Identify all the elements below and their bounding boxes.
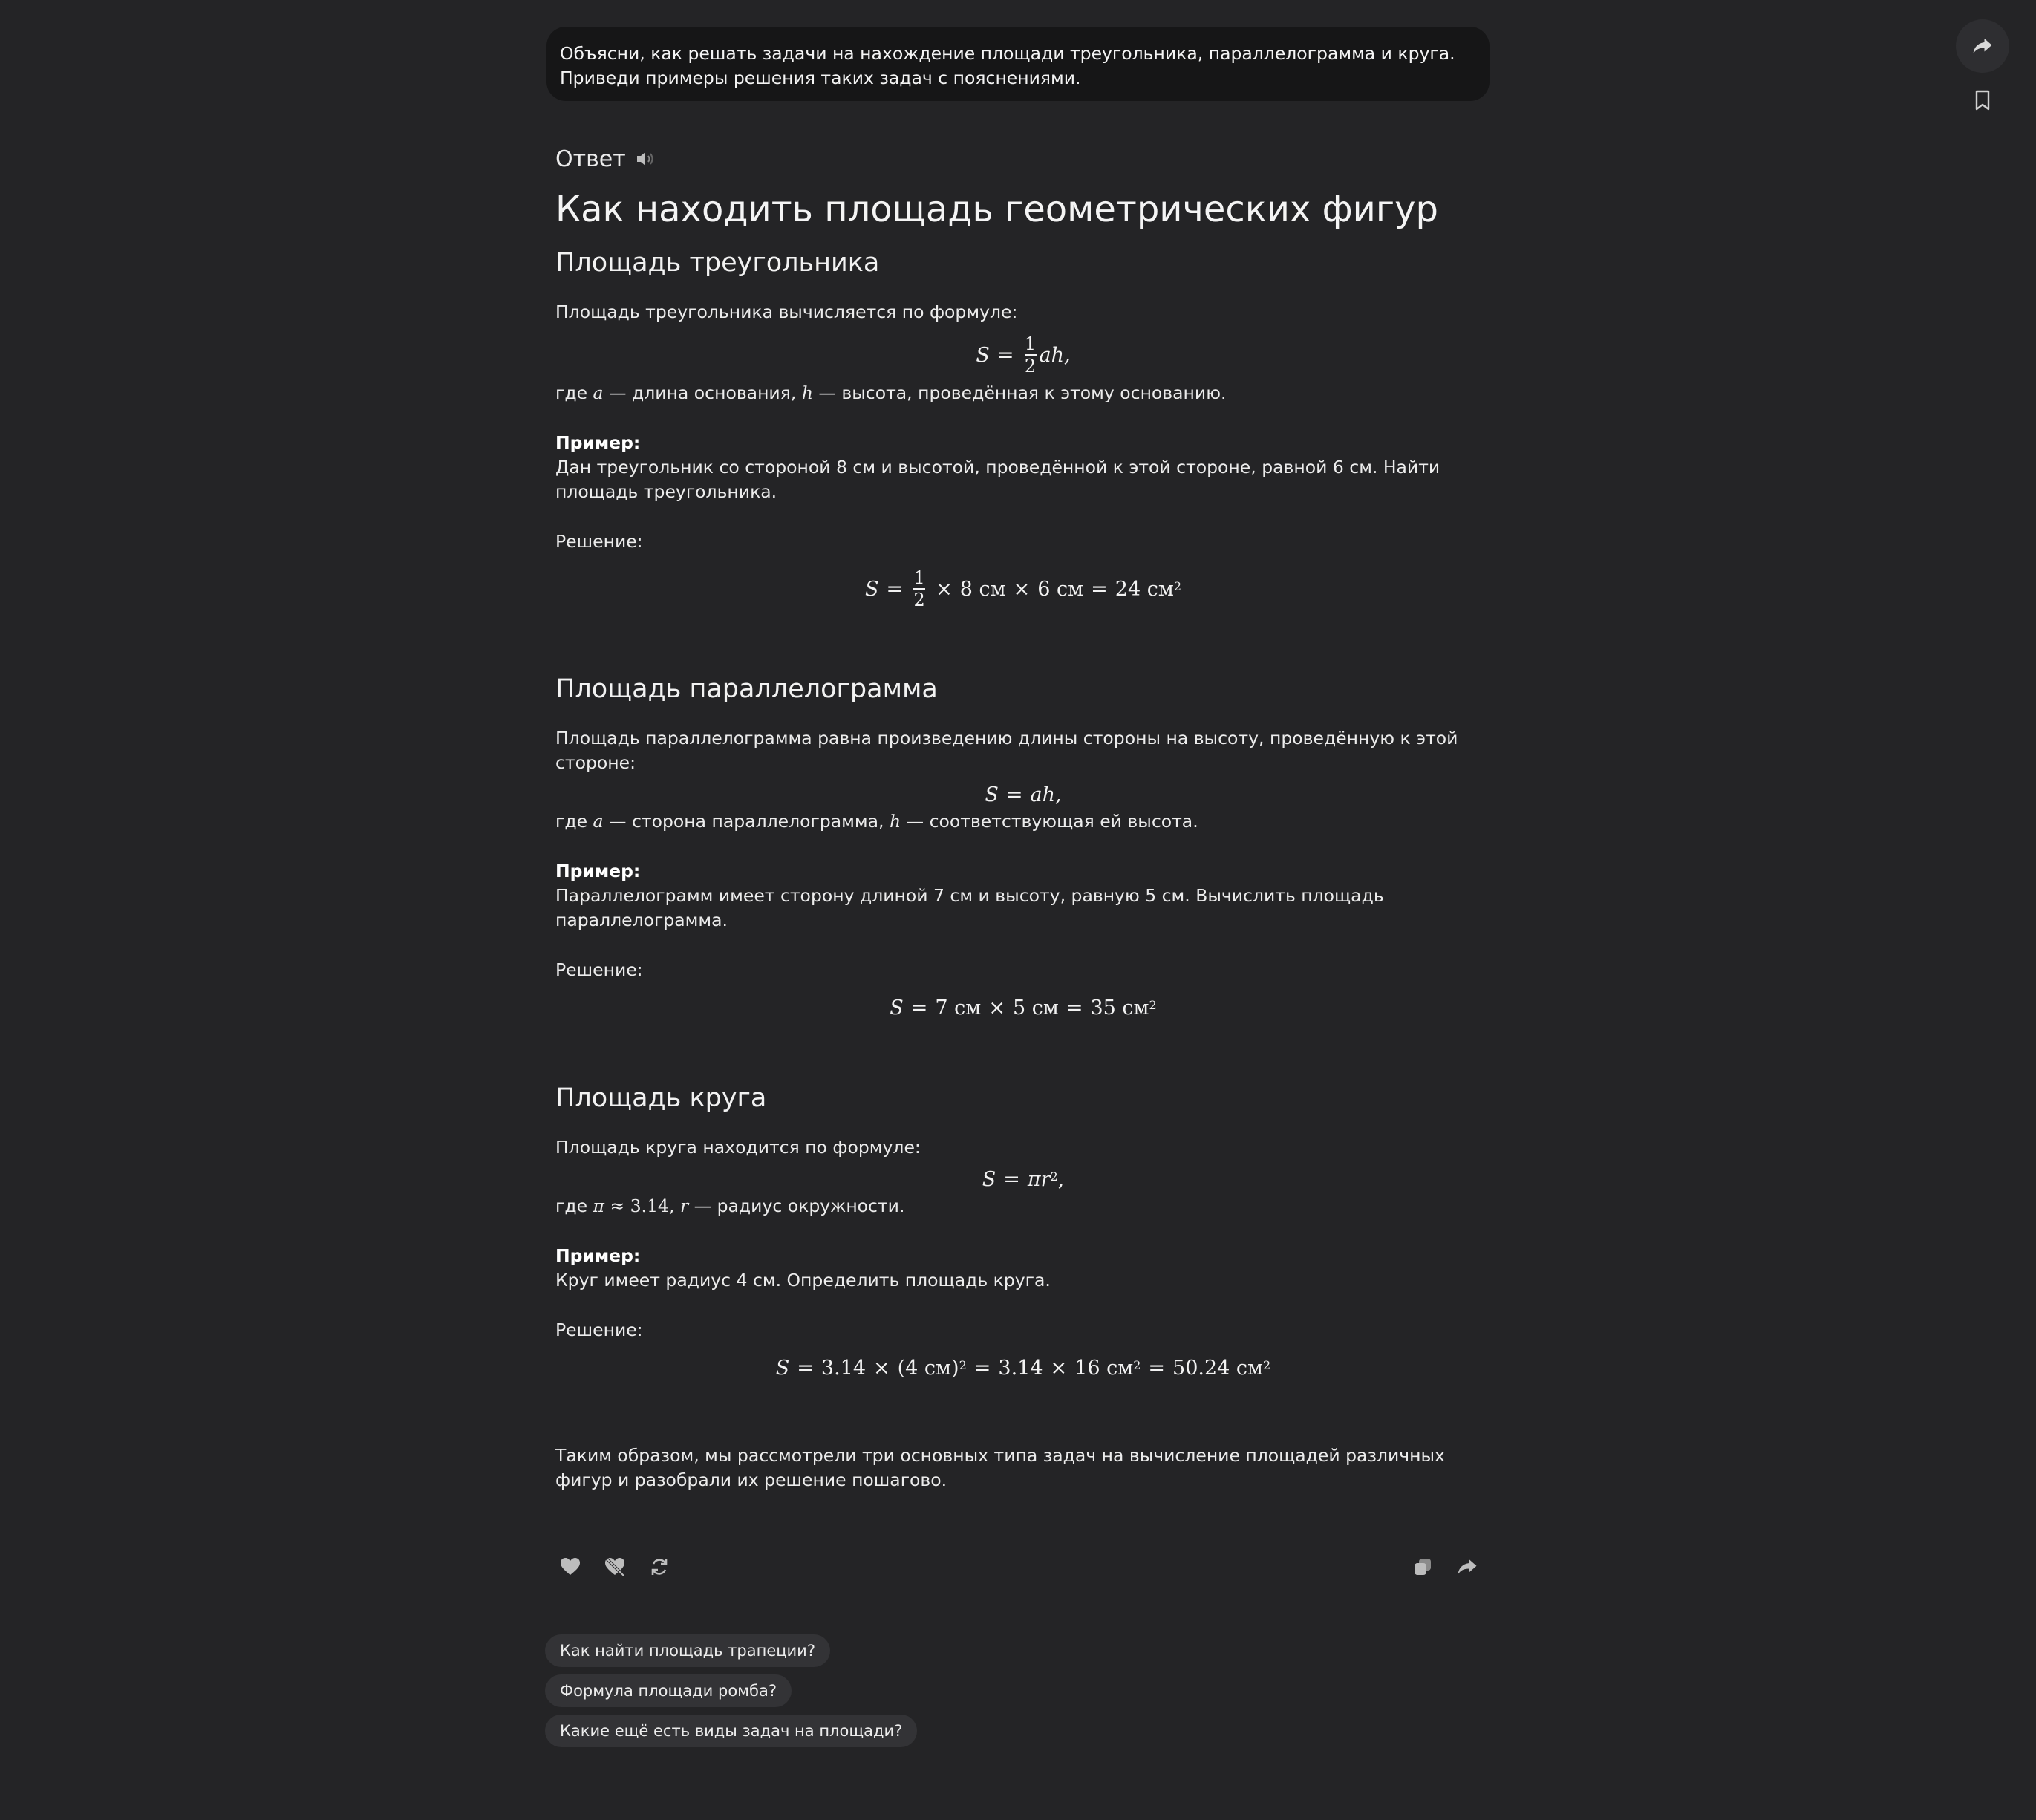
- circle-intro: Площадь круга находится по формуле:: [555, 1137, 921, 1158]
- bookmark-button[interactable]: [1956, 82, 2009, 119]
- triangle-solution: S = 12 × 8 см × 6 см = 24 см 2: [864, 567, 1182, 610]
- answer-label: Ответ: [555, 146, 626, 172]
- circle-solution: S = 3.14 × (4 см) 2 = 3.14 × 16 см 2 = 50.…: [775, 1356, 1271, 1380]
- suggestion-list: Как найти площадь трапеции? Формула площ…: [545, 1634, 918, 1755]
- circle-solution-label: Решение:: [555, 1320, 643, 1340]
- side-actions: [1956, 19, 2009, 119]
- heart-icon: [561, 1558, 580, 1575]
- heart-broken-icon: [605, 1557, 625, 1576]
- speaker-icon[interactable]: [635, 149, 656, 169]
- parallelogram-example-label: Пример:: [555, 861, 641, 881]
- refresh-icon: [651, 1559, 668, 1575]
- section-heading-parallelogram: Площадь параллелограмма: [555, 674, 938, 704]
- copy-button[interactable]: [1408, 1552, 1438, 1582]
- section-heading-triangle: Площадь треугольника: [555, 248, 880, 278]
- parallelogram-intro: Площадь параллелограмма равна произведен…: [555, 728, 1458, 773]
- answer-header: Ответ: [555, 141, 1491, 177]
- triangle-intro: Площадь треугольника вычисляется по форм…: [555, 301, 1018, 322]
- suggestion-chip[interactable]: Как найти площадь трапеции?: [545, 1634, 830, 1667]
- user-message: Объясни, как решать задачи на нахождение…: [546, 27, 1490, 101]
- suggestion-chip[interactable]: Формула площади ромба?: [545, 1674, 792, 1707]
- suggestion-chip[interactable]: Какие ещё есть виды задач на площади?: [545, 1715, 918, 1747]
- parallelogram-solution: S = 7 см × 5 см = 35 см 2: [890, 996, 1157, 1020]
- triangle-where: где a — длина основания, h — высота, про…: [555, 382, 1227, 403]
- triangle-example-label: Пример:: [555, 432, 641, 453]
- triangle-formula: S = 12 ah,: [976, 333, 1071, 376]
- circle-formula: S = πr 2,: [982, 1167, 1065, 1191]
- share-arrow-icon: [1458, 1559, 1477, 1574]
- circle-example-label: Пример:: [555, 1245, 641, 1266]
- parallelogram-where: где a — сторона параллелограмма, h — соо…: [555, 811, 1198, 832]
- like-button[interactable]: [555, 1552, 585, 1582]
- parallelogram-solution-label: Решение:: [555, 959, 643, 980]
- copy-icon: [1415, 1559, 1431, 1575]
- regenerate-button[interactable]: [645, 1552, 674, 1582]
- section-heading-circle: Площадь круга: [555, 1083, 767, 1113]
- answer-content: Ответ Как находить площадь геометрически…: [555, 141, 1491, 1493]
- triangle-solution-label: Решение:: [555, 531, 643, 552]
- dislike-button[interactable]: [600, 1552, 630, 1582]
- share-button[interactable]: [1956, 19, 2009, 73]
- conclusion: Таким образом, мы рассмотрели три основн…: [555, 1445, 1445, 1490]
- triangle-example-text: Дан треугольник со стороной 8 см и высот…: [555, 457, 1440, 502]
- bookmark-icon: [1975, 90, 1990, 111]
- circle-example-text: Круг имеет радиус 4 см. Определить площа…: [555, 1270, 1051, 1291]
- message-actions: [555, 1552, 1480, 1582]
- circle-where: где π ≈ 3.14, r — радиус окружности.: [555, 1196, 905, 1216]
- parallelogram-example-text: Параллелограмм имеет сторону длиной 7 см…: [555, 885, 1384, 930]
- share-arrow-icon: [1973, 39, 1992, 53]
- forward-button[interactable]: [1452, 1552, 1482, 1582]
- parallelogram-formula: S = ah,: [985, 783, 1062, 806]
- answer-title: Как находить площадь геометрических фигу…: [555, 189, 1438, 230]
